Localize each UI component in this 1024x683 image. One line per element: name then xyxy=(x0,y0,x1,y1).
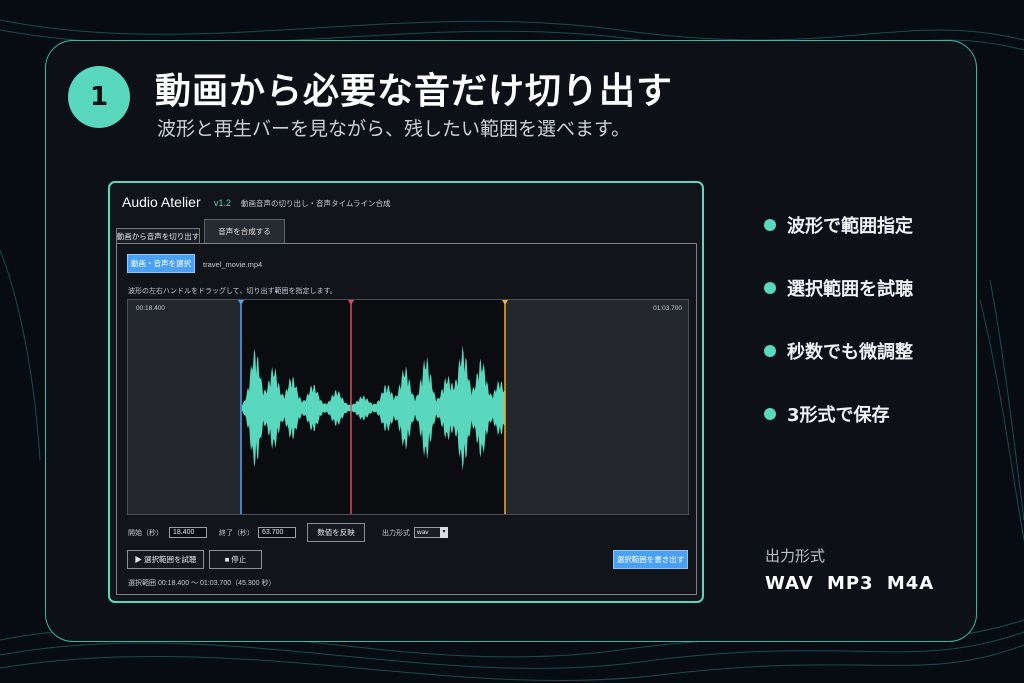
feature-item: 秒数でも微調整 xyxy=(764,338,913,364)
selection-range-status: 選択範囲 00:18.400 〜 01:03.700（45.300 秒） xyxy=(128,580,276,587)
end-label: 終了（秒） xyxy=(219,530,254,537)
app-tagline: 動画音声の切り出し・音声タイムライン合成 xyxy=(241,199,391,208)
waveform xyxy=(242,345,505,471)
waveform-shape xyxy=(242,345,505,471)
tab-extract-audio[interactable]: 動画から音声を切り出す xyxy=(116,228,200,244)
select-media-button[interactable]: 動画・音声を選択 xyxy=(127,254,195,273)
start-seconds-input[interactable]: 18.400 xyxy=(169,527,207,538)
waveform-editor[interactable]: 00:18.400 01:03.700 xyxy=(127,299,689,515)
app-name: Audio Atelier xyxy=(122,194,201,210)
bullet-icon xyxy=(764,408,776,420)
start-label: 開始（秒） xyxy=(128,530,163,537)
feature-label: 波形で範囲指定 xyxy=(787,216,913,237)
file-name: travel_movie.mp4 xyxy=(203,260,263,269)
apply-values-button[interactable]: 数値を反映 xyxy=(307,523,365,542)
chevron-down-icon[interactable]: ▾ xyxy=(440,527,448,538)
feature-item: 選択範囲を試聴 xyxy=(764,275,913,301)
output-formats-label: 出力形式 xyxy=(765,547,826,565)
tab-content: 動画・音声を選択 travel_movie.mp4 波形の左右ハンドルをドラッグ… xyxy=(116,243,697,595)
output-formats: WAV MP3 M4A xyxy=(765,573,935,594)
app-version: v1.2 xyxy=(214,198,232,208)
page-subtitle: 波形と再生バーを見ながら、残したい範囲を選べます。 xyxy=(157,118,631,140)
feature-label: 選択範囲を試聴 xyxy=(787,279,913,300)
instruction-text: 波形の左右ハンドルをドラッグして、切り出す範囲を指定します。 xyxy=(128,288,337,295)
waveform-canvas: 00:18.400 01:03.700 xyxy=(128,300,688,514)
unselected-region-left xyxy=(128,300,241,514)
format-select-value: wav xyxy=(417,529,429,536)
page-title: 動画から必要な音だけ切り出す xyxy=(155,71,674,112)
feature-item: 3形式で保存 xyxy=(764,401,890,427)
feature-label: 3形式で保存 xyxy=(787,405,890,426)
bullet-icon xyxy=(764,345,776,357)
feature-item: 波形で範囲指定 xyxy=(764,212,913,238)
step-number-badge: 1 xyxy=(68,66,130,128)
end-seconds-input[interactable]: 63.700 xyxy=(258,527,296,538)
format-select[interactable]: wav ▾ xyxy=(414,527,448,538)
preview-selection-button[interactable]: ▶ 選択範囲を試聴 xyxy=(127,550,204,569)
bullet-icon xyxy=(764,219,776,231)
feature-label: 秒数でも微調整 xyxy=(787,342,913,363)
start-time-marker: 00:18.400 xyxy=(136,305,165,312)
app-window: Audio Atelier v1.2 動画音声の切り出し・音声タイムライン合成 … xyxy=(108,181,704,603)
end-time-marker: 01:03.700 xyxy=(653,305,682,312)
tab-merge-audio[interactable]: 音声を合成する xyxy=(204,219,285,243)
format-label: 出力形式 xyxy=(382,530,410,537)
unselected-region-right xyxy=(505,300,688,514)
stop-button[interactable]: ■ 停止 xyxy=(209,550,262,569)
bullet-icon xyxy=(764,282,776,294)
export-selection-button[interactable]: 選択範囲を書き出す xyxy=(613,550,688,569)
playhead-handle[interactable] xyxy=(348,300,354,305)
